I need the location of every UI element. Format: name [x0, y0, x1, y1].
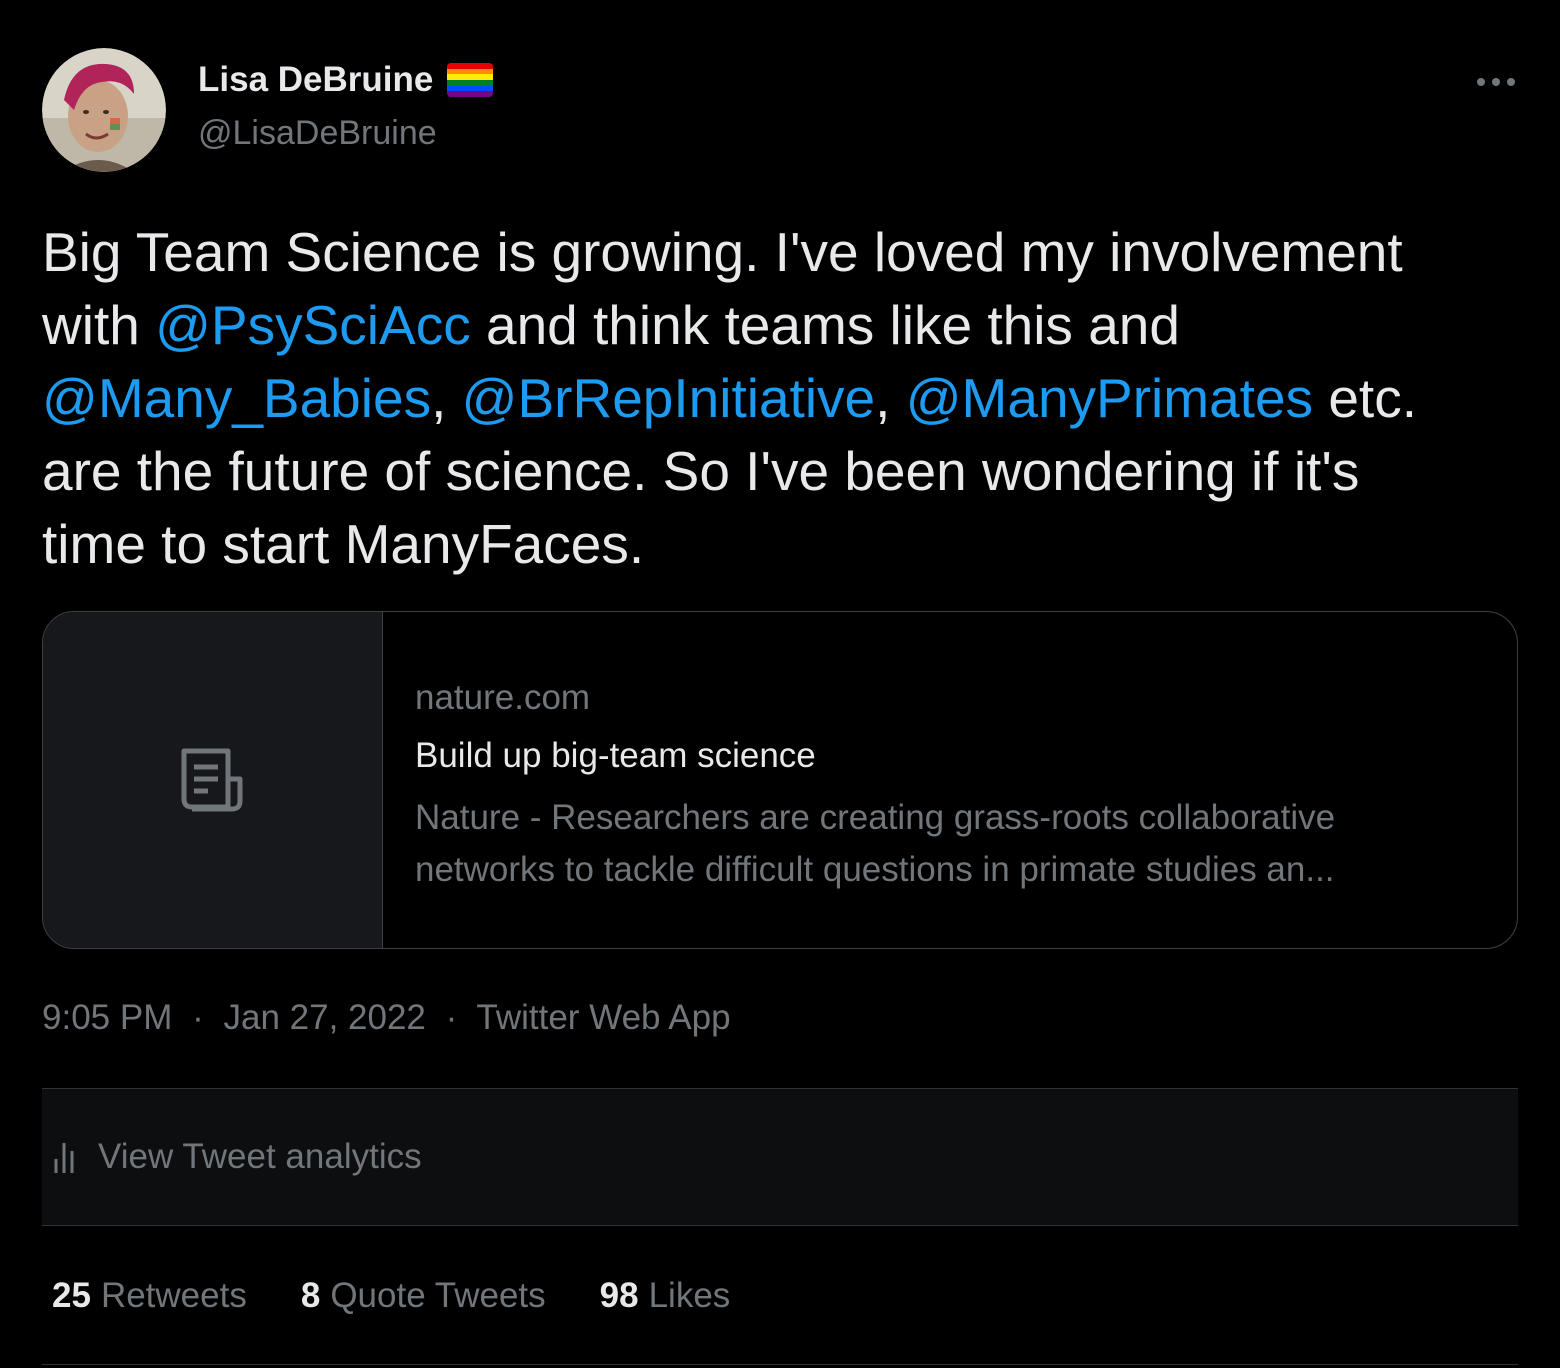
- tweet-meta: 9:05 PM · Jan 27, 2022 · Twitter Web App: [42, 998, 731, 1038]
- tweet-text-line: @Many_Babies, @BrRepInitiative, @ManyPri…: [42, 362, 1522, 435]
- retweets-label: Retweets: [100, 1276, 247, 1315]
- likes-stat[interactable]: 98 Likes: [600, 1276, 731, 1316]
- tweet-text-line: with @PsySciAcc and think teams like thi…: [42, 289, 1522, 362]
- quote-tweets-stat[interactable]: 8 Quote Tweets: [301, 1276, 546, 1316]
- card-description: Nature - Researchers are creating grass-…: [415, 792, 1485, 896]
- article-icon: [181, 748, 242, 812]
- tweet-stats: 25 Retweets 8 Quote Tweets 98 Likes: [52, 1276, 784, 1316]
- author-name-text: Lisa DeBruine: [198, 60, 434, 99]
- avatar-image: [42, 48, 166, 172]
- card-description-line: Nature - Researchers are creating grass-…: [415, 798, 1336, 837]
- retweets-stat[interactable]: 25 Retweets: [52, 1276, 247, 1316]
- more-icon: [1477, 78, 1515, 86]
- card-title: Build up big-team science: [415, 736, 816, 775]
- card-description-line: networks to tackle difficult questions i…: [415, 850, 1335, 889]
- mention-link[interactable]: @ManyPrimates: [906, 367, 1313, 429]
- author-handle[interactable]: @LisaDeBruine: [198, 114, 437, 153]
- author-name[interactable]: Lisa DeBruine: [198, 60, 494, 100]
- card-domain: nature.com: [415, 678, 591, 717]
- avatar[interactable]: [42, 48, 166, 172]
- tweet-text-segment: are the future of science. So I've been …: [42, 440, 1360, 502]
- card-thumbnail: [43, 612, 383, 948]
- tweet-text-line: Big Team Science is growing. I've loved …: [42, 216, 1522, 289]
- tweet-text-segment: ,: [875, 367, 906, 429]
- divider: [42, 1364, 1518, 1365]
- tweet-text-segment: Big Team Science is growing. I've loved …: [42, 221, 1403, 283]
- tweet-time[interactable]: 9:05 PM: [42, 998, 172, 1037]
- meta-separator: ·: [445, 998, 458, 1037]
- tweet-text-segment: ,: [431, 367, 462, 429]
- likes-label: Likes: [648, 1276, 731, 1315]
- mention-link[interactable]: @PsySciAcc: [155, 294, 471, 356]
- view-analytics-button[interactable]: View Tweet analytics: [42, 1089, 1518, 1225]
- quote-tweets-label: Quote Tweets: [330, 1276, 546, 1315]
- meta-separator: ·: [192, 998, 204, 1037]
- analytics-icon: [54, 1143, 74, 1173]
- tweet-text-segment: with: [42, 294, 156, 356]
- more-options-button[interactable]: [1470, 62, 1522, 102]
- tweet-text-segment: time to start ManyFaces.: [42, 513, 645, 575]
- analytics-label: View Tweet analytics: [98, 1137, 422, 1176]
- tweet-source[interactable]: Twitter Web App: [476, 998, 730, 1037]
- retweets-count: 25: [52, 1276, 91, 1315]
- tweet-text-segment: and think teams like this and: [470, 294, 1180, 356]
- tweet-date[interactable]: Jan 27, 2022: [223, 998, 425, 1037]
- tweet-text: Big Team Science is growing. I've loved …: [42, 216, 1522, 581]
- link-card[interactable]: nature.com Build up big-team science Nat…: [42, 611, 1518, 949]
- likes-count: 98: [599, 1276, 639, 1315]
- tweet-text-segment: etc.: [1313, 367, 1417, 429]
- tweet-text-line: are the future of science. So I've been …: [42, 435, 1522, 508]
- tweet-text-line: time to start ManyFaces.: [42, 508, 1522, 581]
- rainbow-flag-icon: [447, 63, 494, 97]
- quote-tweets-count: 8: [300, 1276, 321, 1315]
- mention-link[interactable]: @Many_Babies: [42, 367, 431, 429]
- divider: [42, 1225, 1518, 1226]
- mention-link[interactable]: @BrRepInitiative: [462, 367, 876, 429]
